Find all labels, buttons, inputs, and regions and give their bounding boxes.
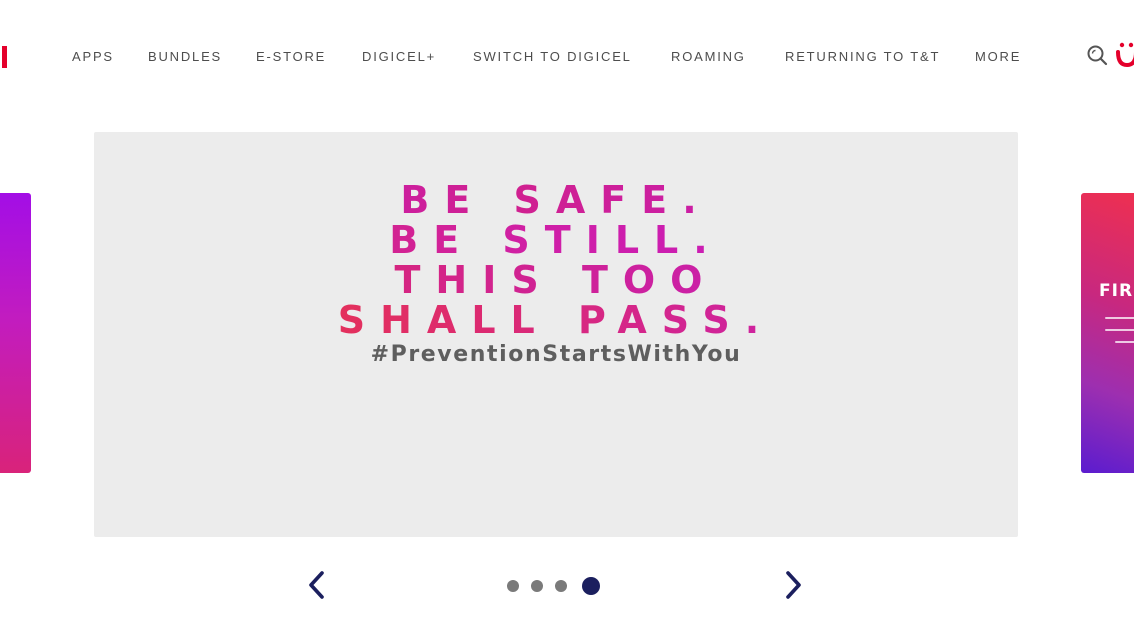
nav-item-switch-to-digicel[interactable]: SWITCH TO DIGICEL — [473, 48, 632, 66]
carousel-dot-active[interactable] — [582, 577, 600, 595]
digicel-logo-icon[interactable] — [1114, 40, 1134, 68]
digicel-logo-edge[interactable] — [2, 46, 7, 68]
slide-hashtag: #PreventionStartsWithYou — [370, 342, 742, 367]
nav-item-roaming[interactable]: ROAMING — [671, 48, 746, 66]
carousel-dot[interactable] — [555, 580, 567, 592]
carousel-next-slide-peek[interactable]: FIRS — [1081, 193, 1134, 473]
next-slide-title: FIRS — [1099, 281, 1134, 301]
nav-item-bundles[interactable]: BUNDLES — [148, 48, 222, 66]
page: APPS BUNDLES E-STORE DIGICEL+ SWITCH TO … — [0, 0, 1134, 617]
next-slide-text-line — [1105, 317, 1134, 319]
carousel-pagination — [0, 576, 1134, 596]
search-icon[interactable] — [1086, 44, 1108, 66]
nav-item-more[interactable]: MORE — [975, 48, 1021, 66]
slide-headline-line-1: BE SAFE. — [94, 180, 1018, 220]
next-slide-text-line — [1105, 329, 1134, 331]
slide-headline-line-3: THIS TOO — [94, 260, 1018, 300]
carousel-dot[interactable] — [531, 580, 543, 592]
slide-headline-line-4: SHALL PASS. — [94, 300, 1018, 340]
nav-item-apps[interactable]: APPS — [72, 48, 114, 66]
next-slide-text-line — [1115, 341, 1134, 343]
nav-item-digicel-plus[interactable]: DIGICEL+ — [362, 48, 436, 66]
nav-item-e-store[interactable]: E-STORE — [256, 48, 326, 66]
carousel-next-arrow-icon[interactable] — [780, 570, 806, 600]
slide-headline-line-2: BE STILL. — [94, 220, 1018, 260]
carousel-dot[interactable] — [507, 580, 519, 592]
carousel-prev-slide-peek[interactable] — [0, 193, 31, 473]
carousel-slide[interactable]: BE SAFE. BE STILL. THIS TOO SHALL PASS. … — [94, 132, 1018, 537]
nav-item-returning-to-tt[interactable]: RETURNING TO T&T — [785, 48, 940, 66]
